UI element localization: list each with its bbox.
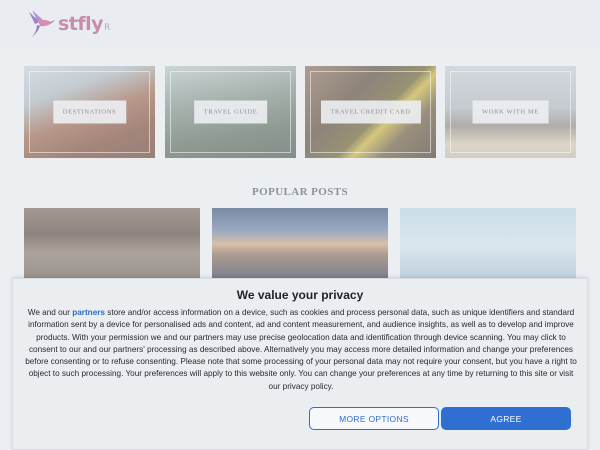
- more-options-button[interactable]: MORE OPTIONS: [309, 407, 439, 430]
- consent-text: We and our partners store and/or access …: [25, 308, 577, 391]
- agree-button[interactable]: AGREE: [441, 407, 571, 430]
- partners-link[interactable]: partners: [72, 308, 105, 317]
- privacy-consent-dialog: We value your privacy We and our partner…: [12, 278, 588, 450]
- consent-title: We value your privacy: [236, 288, 364, 302]
